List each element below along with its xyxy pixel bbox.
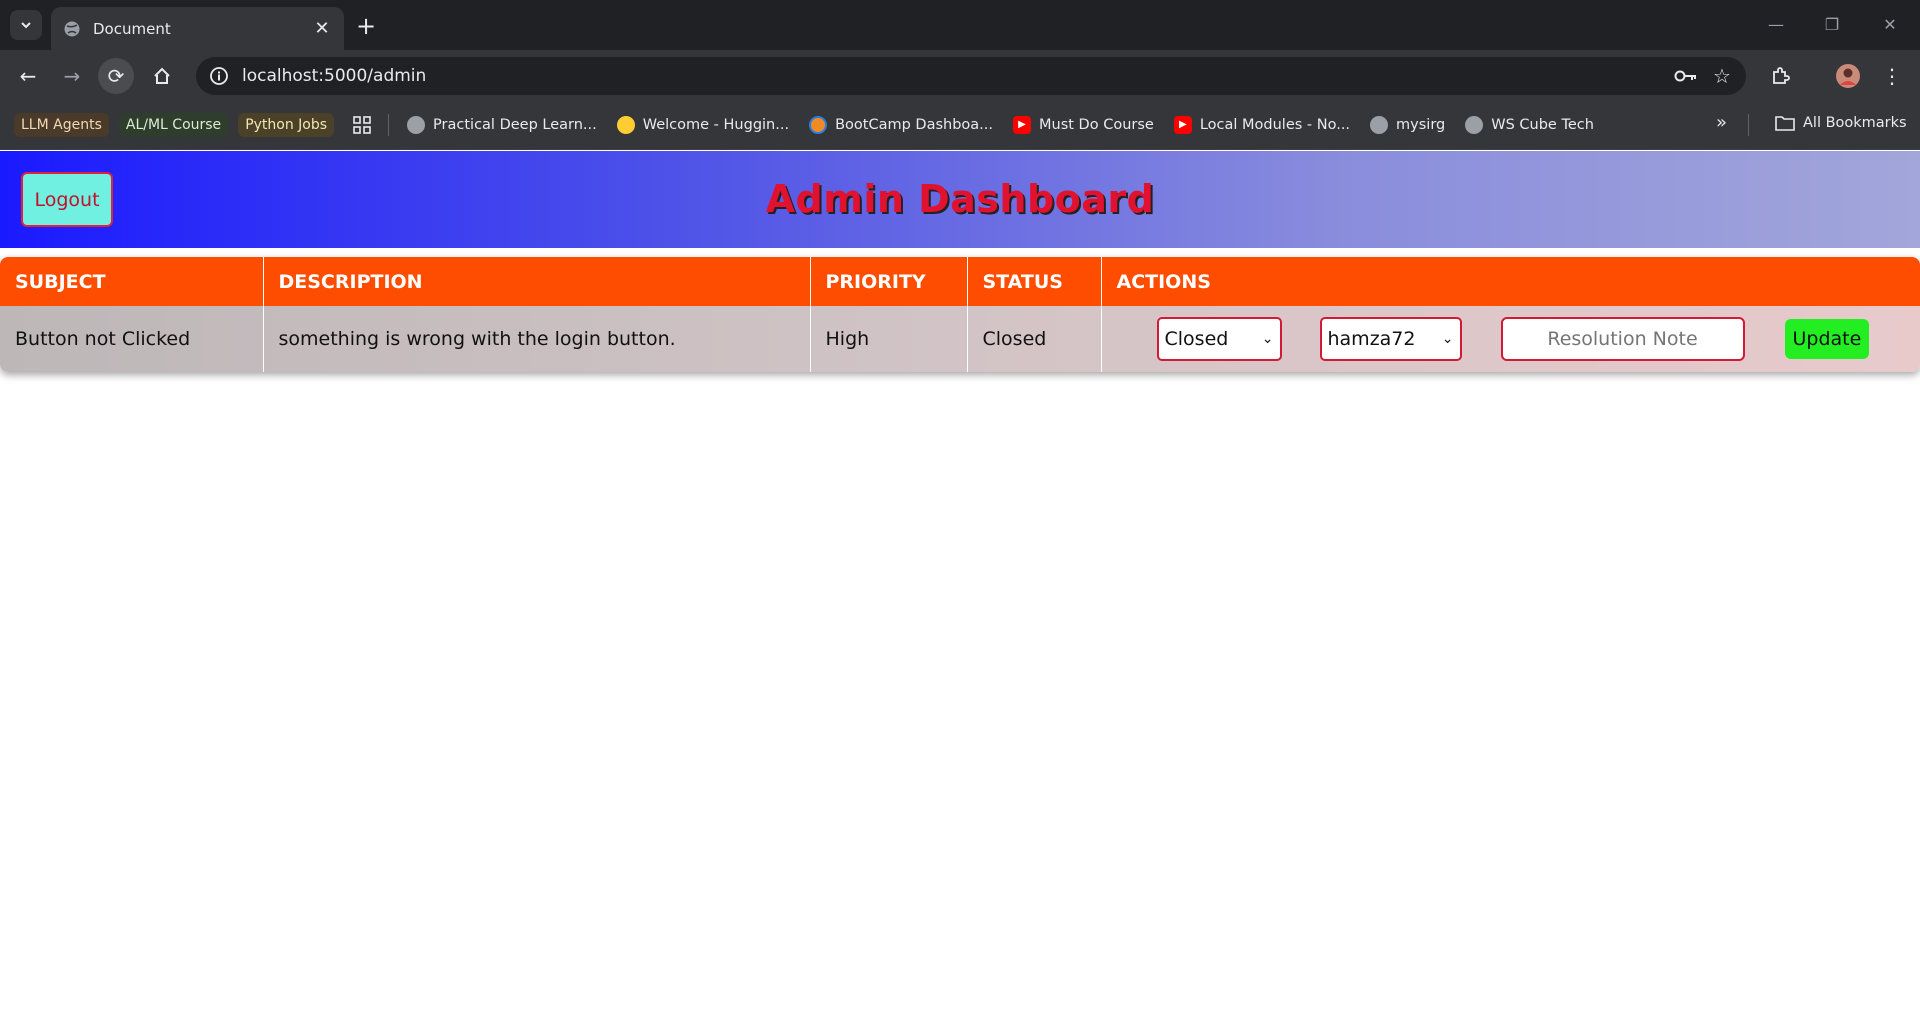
cell-description: something is wrong with the login button… [263,306,811,372]
chevron-down-icon: ⌄ [1441,331,1454,347]
globe-icon [1465,115,1484,134]
bookmark-label: BootCamp Dashboa... [835,116,993,133]
bookmark-label: mysirg [1396,116,1446,133]
bookmark-local-modules[interactable]: ▶ Local Modules - No... [1173,115,1351,134]
dashboard-header: Logout Admin Dashboard [0,151,1920,248]
window-close-icon[interactable]: ✕ [1872,10,1908,38]
bookmark-chip-alml-course[interactable]: AL/ML Course [118,112,229,137]
bookmark-label: Practical Deep Learn... [433,116,597,133]
bookmark-label: Local Modules - No... [1199,116,1351,133]
tab-title: Document [93,19,171,38]
all-bookmarks-button[interactable]: All Bookmarks [1775,115,1907,131]
restore-icon[interactable]: ❐ [1814,10,1850,38]
browser-tabstrip: Document ✕ + — ❐ ✕ [0,0,1920,50]
address-bar[interactable]: localhost:5000/admin ☆ [196,57,1746,95]
bookmark-ws-cube-tech[interactable]: WS Cube Tech [1465,115,1594,134]
password-key-icon[interactable] [1668,58,1704,94]
back-arrow-icon[interactable]: ← [10,58,46,94]
forward-arrow-icon[interactable]: → [54,58,90,94]
reload-icon[interactable]: ⟳ [98,58,134,94]
tickets-table: SUBJECT DESCRIPTION PRIORITY STATUS ACTI… [0,257,1920,372]
bookmark-label: Welcome - Huggin... [642,116,790,133]
chevron-down-icon: ⌄ [1261,331,1274,347]
youtube-icon: ▶ [1173,115,1192,134]
status-select-value: Closed [1164,328,1229,350]
bookmark-mysirg[interactable]: mysirg [1370,115,1446,134]
bookmark-chip-llm-agents[interactable]: LLM Agents [14,112,109,137]
bookmarks-bar: LLM Agents AL/ML Course Python Jobs Prac… [0,100,1920,150]
column-header-status: STATUS [967,257,1102,306]
globe-icon [64,21,80,36]
new-tab-button[interactable]: + [352,12,380,40]
apps-grid-icon[interactable] [352,115,372,135]
bookmark-star-icon[interactable]: ☆ [1704,58,1740,94]
tab-search-button[interactable] [10,10,42,40]
bookmarks-separator [1748,114,1749,136]
bookmark-practical-deep-learning[interactable]: Practical Deep Learn... [407,115,597,134]
url-text[interactable]: localhost:5000/admin [242,66,1668,86]
assignee-select[interactable]: hamza72 ⌄ [1319,317,1462,361]
hugging-face-icon [616,115,635,134]
table-row: Button not Clicked something is wrong wi… [0,306,1920,372]
more-bookmarks-icon[interactable]: » [1716,112,1727,133]
close-tab-icon[interactable]: ✕ [312,18,332,39]
browser-menu-icon[interactable]: ⋮ [1874,58,1910,94]
globe-icon [1370,115,1389,134]
bootcamp-icon [809,115,828,134]
site-info-icon[interactable] [206,63,232,89]
page-title: Admin Dashboard [765,177,1155,221]
column-header-actions: ACTIONS [1101,257,1920,306]
cell-subject: Button not Clicked [0,306,264,372]
column-header-subject: SUBJECT [0,257,264,306]
bookmark-must-do-course[interactable]: ▶ Must Do Course [1013,115,1154,134]
profile-avatar[interactable] [1830,58,1866,94]
resolution-note-input[interactable] [1500,317,1745,361]
folder-icon [1775,116,1795,131]
all-bookmarks-label: All Bookmarks [1803,115,1907,131]
update-button[interactable]: Update [1784,319,1870,359]
globe-icon [407,115,426,134]
cell-status: Closed [967,306,1102,372]
bookmark-label: Must Do Course [1039,116,1154,133]
minimize-icon[interactable]: — [1758,10,1794,38]
cell-priority: High [810,306,968,372]
column-header-description: DESCRIPTION [263,257,811,306]
column-header-priority: PRIORITY [810,257,968,306]
bookmark-label: WS Cube Tech [1491,116,1594,133]
youtube-icon: ▶ [1013,115,1031,134]
bookmarks-separator [388,113,390,136]
bookmark-chip-python-jobs[interactable]: Python Jobs [238,112,335,137]
home-icon[interactable] [144,58,180,94]
chevron-down-icon [21,22,31,29]
cell-actions: Closed ⌄ hamza72 ⌄ Update [1101,306,1920,372]
extensions-icon[interactable] [1762,58,1798,94]
bookmark-bootcamp-dashboard[interactable]: BootCamp Dashboa... [809,115,993,134]
status-select[interactable]: Closed ⌄ [1156,317,1282,361]
table-header-row: SUBJECT DESCRIPTION PRIORITY STATUS ACTI… [0,257,1920,306]
bookmark-hugging-face[interactable]: Welcome - Huggin... [616,115,790,134]
browser-toolbar: ← → ⟳ localhost:5000/admin ☆ ⋮ [0,50,1920,100]
assignee-select-value: hamza72 [1327,328,1416,350]
browser-tab-active[interactable]: Document ✕ [51,7,344,50]
